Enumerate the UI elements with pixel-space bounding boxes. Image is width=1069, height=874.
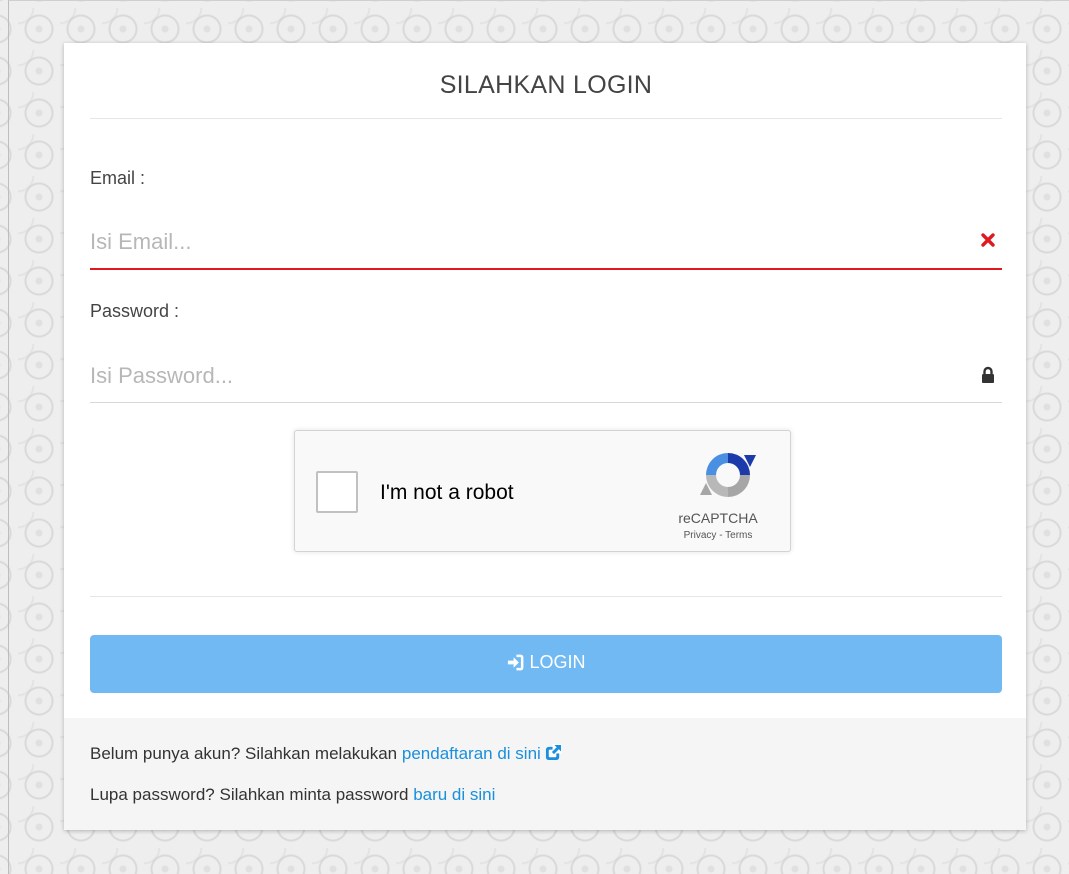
title-divider — [90, 118, 1002, 119]
recaptcha-brand: reCAPTCHA — [678, 510, 758, 526]
forgot-prefix: Lupa password? Silahkan minta password — [90, 785, 414, 804]
recaptcha-links-separator: - — [716, 530, 726, 541]
captcha-divider — [90, 596, 1002, 597]
register-prefix: Belum punya akun? Silahkan melakukan — [90, 744, 402, 763]
email-field-wrapper — [90, 216, 1002, 270]
password-label: Password : — [90, 301, 180, 321]
login-button[interactable]: LOGIN — [90, 635, 1002, 693]
recaptcha-links: Privacy - Terms — [653, 530, 783, 541]
sign-in-icon — [508, 654, 524, 670]
external-link-icon — [545, 744, 562, 761]
recaptcha-widget: I'm not a robot reCAPTCHA Privacy - Term… — [294, 430, 791, 552]
times-icon — [981, 233, 995, 247]
recaptcha-terms-link[interactable]: Terms — [725, 530, 752, 541]
recaptcha-label: I'm not a robot — [380, 481, 514, 504]
email-label: Email : — [90, 168, 146, 188]
password-input[interactable] — [90, 350, 940, 402]
recaptcha-logo-icon — [700, 453, 756, 497]
password-field-wrapper — [90, 350, 1002, 403]
lock-icon — [982, 366, 994, 383]
register-text: Belum punya akun? Silahkan melakukan pen… — [90, 744, 562, 764]
login-footer: Belum punya akun? Silahkan melakukan pen… — [64, 718, 1026, 830]
forgot-password-text: Lupa password? Silahkan minta password b… — [90, 785, 495, 805]
register-link-label: pendaftaran di sini — [401, 744, 541, 763]
recaptcha-checkbox[interactable] — [316, 471, 358, 513]
forgot-password-link[interactable]: baru di sini — [413, 785, 495, 804]
page-title: SILAHKAN LOGIN — [439, 71, 653, 99]
login-button-label: LOGIN — [529, 651, 586, 672]
register-link[interactable]: pendaftaran di sini — [402, 744, 562, 763]
login-button-content: LOGIN — [506, 651, 586, 673]
login-card: SILAHKAN LOGIN Email : Password : I'm no… — [64, 43, 1026, 830]
recaptcha-privacy-link[interactable]: Privacy — [684, 530, 717, 541]
email-input[interactable] — [90, 216, 940, 268]
